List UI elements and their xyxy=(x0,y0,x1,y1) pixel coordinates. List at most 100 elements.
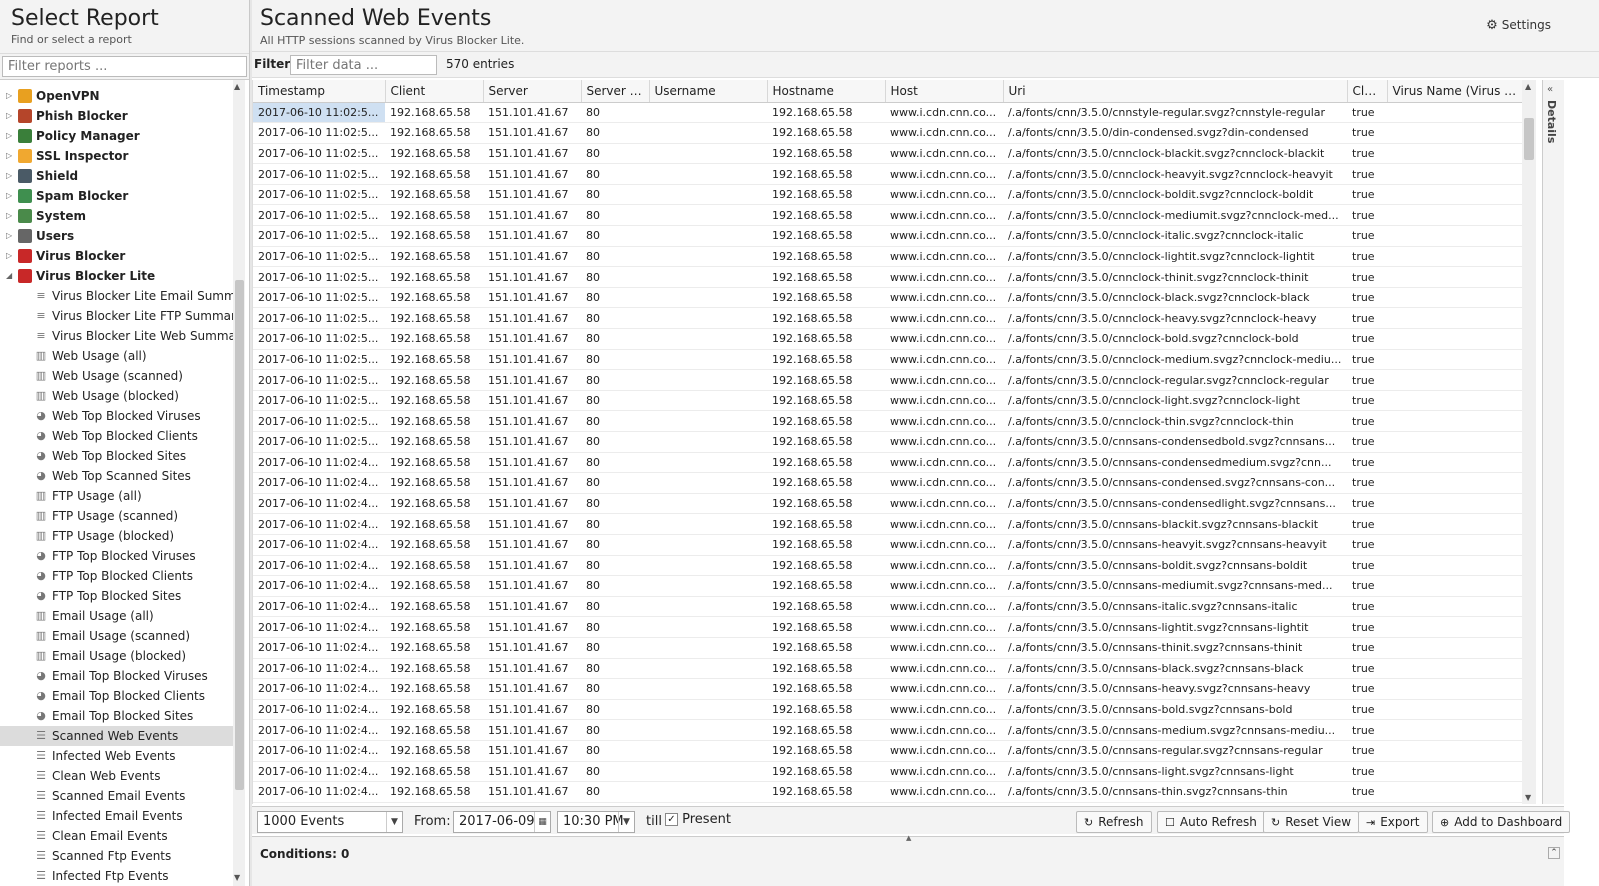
scroll-down-icon[interactable]: ▼ xyxy=(234,873,240,882)
collapsed-arrow-icon[interactable]: ▷ xyxy=(6,146,14,166)
tree-report-item[interactable]: ☰ Infected Ftp Events xyxy=(0,866,235,886)
column-header[interactable]: Username xyxy=(649,80,768,103)
tree-report-item[interactable]: ▥ Email Usage (all) xyxy=(0,606,235,626)
report-tree-scrollbar[interactable]: ▲ ▼ xyxy=(233,80,245,886)
table-row[interactable]: 2017-06-10 11:02:5... 192.168.65.58 151.10… xyxy=(253,143,1523,165)
tree-report-item[interactable]: ☰ Infected Web Events xyxy=(0,746,235,766)
chevron-down-icon[interactable]: ▼ xyxy=(386,812,402,832)
report-filter-input[interactable] xyxy=(2,56,247,77)
refresh-button[interactable]: ↻ Refresh xyxy=(1076,811,1152,833)
table-row[interactable]: 2017-06-10 11:02:5... 192.168.65.58 151.10… xyxy=(253,307,1523,330)
column-header[interactable]: Virus Name (Virus B... xyxy=(1387,80,1524,103)
collapsed-arrow-icon[interactable]: ▷ xyxy=(6,86,14,106)
export-button[interactable]: ⇥ Export xyxy=(1358,811,1428,833)
table-row[interactable]: 2017-06-10 11:02:5... 192.168.65.58 151.10… xyxy=(253,122,1523,144)
chevron-down-icon[interactable]: ▼ xyxy=(618,812,634,832)
tree-report-item[interactable]: ▥ FTP Usage (scanned) xyxy=(0,506,235,526)
collapsed-arrow-icon[interactable]: ▷ xyxy=(6,226,14,246)
tree-report-item[interactable]: ≡ Virus Blocker Lite FTP Summary xyxy=(0,306,235,326)
table-row[interactable]: 2017-06-10 11:02:5... 192.168.65.58 151.10… xyxy=(253,163,1523,185)
table-row[interactable]: 2017-06-10 11:02:4... 192.168.65.58 151.10… xyxy=(253,493,1523,515)
table-row[interactable]: 2017-06-10 11:02:5... 192.168.65.58 151.10… xyxy=(253,102,1523,124)
tree-report-item[interactable]: ◕ Web Top Blocked Viruses xyxy=(0,406,235,426)
tree-category[interactable]: ▷ System xyxy=(0,206,235,226)
expanded-arrow-icon[interactable]: ◢ xyxy=(6,266,14,286)
table-row[interactable]: 2017-06-10 11:02:4... 192.168.65.58 151.10… xyxy=(253,534,1523,556)
table-row[interactable]: 2017-06-10 11:02:4... 192.168.65.58 151.10… xyxy=(253,472,1523,494)
tree-report-item[interactable]: ☰ Scanned Email Events xyxy=(0,786,235,806)
scrollbar-thumb[interactable] xyxy=(1524,118,1534,160)
tree-report-item[interactable]: ◕ Email Top Blocked Sites xyxy=(0,706,235,726)
tree-report-item[interactable]: ≡ Virus Blocker Lite Email Summary xyxy=(0,286,235,306)
table-row[interactable]: 2017-06-10 11:02:4... 192.168.65.58 151.10… xyxy=(253,616,1523,638)
table-row[interactable]: 2017-06-10 11:02:4... 192.168.65.58 151.10… xyxy=(253,555,1523,577)
tree-category[interactable]: ▷ Policy Manager xyxy=(0,126,235,146)
calendar-icon[interactable]: ▦ xyxy=(534,812,550,832)
tree-category[interactable]: ▷ Phish Blocker xyxy=(0,106,235,126)
settings-button[interactable]: ⚙ Settings xyxy=(1486,18,1551,33)
column-header[interactable]: Hostname xyxy=(767,80,886,103)
table-row[interactable]: 2017-06-10 11:02:5... 192.168.65.58 151.10… xyxy=(253,266,1523,288)
scroll-down-icon[interactable]: ▼ xyxy=(1525,793,1531,802)
tree-report-item[interactable]: ▥ FTP Usage (all) xyxy=(0,486,235,506)
collapsed-arrow-icon[interactable]: ▷ xyxy=(6,126,14,146)
table-row[interactable]: 2017-06-10 11:02:4... 192.168.65.58 151.10… xyxy=(253,452,1523,474)
tree-report-item[interactable]: ▥ Web Usage (scanned) xyxy=(0,366,235,386)
tree-report-item[interactable]: ◕ FTP Top Blocked Viruses xyxy=(0,546,235,566)
scrollbar-thumb[interactable] xyxy=(235,280,244,790)
table-row[interactable]: 2017-06-10 11:02:4... 192.168.65.58 151.10… xyxy=(253,596,1523,618)
add-to-dashboard-button[interactable]: ⊕ Add to Dashboard xyxy=(1432,811,1571,833)
tree-report-item[interactable]: ☰ Infected Email Events xyxy=(0,806,235,826)
table-row[interactable]: 2017-06-10 11:02:5... 192.168.65.58 151.10… xyxy=(253,225,1523,247)
from-date-field[interactable]: 2017-06-09 ▦ xyxy=(453,811,551,833)
tree-category[interactable]: ▷ Users xyxy=(0,226,235,246)
column-header[interactable]: Timestamp xyxy=(253,80,386,103)
table-row[interactable]: 2017-06-10 11:02:5... 192.168.65.58 151.10… xyxy=(253,410,1523,432)
grid-scrollbar[interactable]: ▲ ▼ xyxy=(1522,80,1536,804)
column-header[interactable]: Server xyxy=(483,80,582,103)
event-limit-select[interactable]: 1000 Events ▼ xyxy=(257,811,403,833)
tree-category[interactable]: ▷ Shield xyxy=(0,166,235,186)
collapsed-arrow-icon[interactable]: ▷ xyxy=(6,246,14,266)
table-row[interactable]: 2017-06-10 11:02:5... 192.168.65.58 151.10… xyxy=(253,287,1523,309)
tree-category[interactable]: ▷ SSL Inspector xyxy=(0,146,235,166)
table-row[interactable]: 2017-06-10 11:02:5... 192.168.65.58 151.10… xyxy=(253,349,1523,371)
table-row[interactable]: 2017-06-10 11:02:4... 192.168.65.58 151.10… xyxy=(253,699,1523,721)
tree-report-item[interactable]: ◕ Web Top Blocked Clients xyxy=(0,426,235,446)
tree-report-item[interactable]: ≡ Virus Blocker Lite Web Summary xyxy=(0,326,235,346)
tree-category[interactable]: ▷ OpenVPN xyxy=(0,86,235,106)
tree-report-item[interactable]: ▥ FTP Usage (blocked) xyxy=(0,526,235,546)
collapsed-arrow-icon[interactable]: ▷ xyxy=(6,106,14,126)
tree-report-item[interactable]: ▥ Web Usage (blocked) xyxy=(0,386,235,406)
collapsed-arrow-icon[interactable]: ▷ xyxy=(6,206,14,226)
table-row[interactable]: 2017-06-10 11:02:5... 192.168.65.58 151.10… xyxy=(253,246,1523,268)
scroll-up-icon[interactable]: ▲ xyxy=(1525,82,1531,91)
tree-category[interactable]: ▷ Spam Blocker xyxy=(0,186,235,206)
present-checkbox[interactable]: ✓ Present xyxy=(665,812,731,827)
tree-report-item[interactable]: ◕ Email Top Blocked Clients xyxy=(0,686,235,706)
tree-report-item[interactable]: ☰ Clean Web Events xyxy=(0,766,235,786)
column-header[interactable]: Cle... xyxy=(1347,80,1388,103)
table-row[interactable]: 2017-06-10 11:02:4... 192.168.65.58 151.10… xyxy=(253,781,1523,803)
column-header[interactable]: Client xyxy=(385,80,484,103)
checkbox-checked-icon[interactable]: ✓ xyxy=(665,813,678,826)
table-row[interactable]: 2017-06-10 11:02:5... 192.168.65.58 151.10… xyxy=(253,369,1523,391)
table-row[interactable]: 2017-06-10 11:02:4... 192.168.65.58 151.10… xyxy=(253,658,1523,680)
collapsed-arrow-icon[interactable]: ▷ xyxy=(6,166,14,186)
data-filter-input[interactable] xyxy=(290,55,437,75)
table-row[interactable]: 2017-06-10 11:02:5... 192.168.65.58 151.10… xyxy=(253,184,1523,206)
tree-report-item[interactable]: ◕ FTP Top Blocked Clients xyxy=(0,566,235,586)
tree-report-item[interactable]: ◕ Web Top Blocked Sites xyxy=(0,446,235,466)
auto-refresh-button[interactable]: ☐ Auto Refresh xyxy=(1157,811,1265,833)
expand-icon[interactable]: ⌃ xyxy=(1548,847,1560,859)
table-row[interactable]: 2017-06-10 11:02:4... 192.168.65.58 151.10… xyxy=(253,513,1523,535)
tree-report-item[interactable]: ☰ Clean Email Events xyxy=(0,826,235,846)
reset-view-button[interactable]: ↻ Reset View xyxy=(1263,811,1360,833)
tree-report-item[interactable]: ☰ Scanned Ftp Events xyxy=(0,846,235,866)
table-row[interactable]: 2017-06-10 11:02:5... 192.168.65.58 151.10… xyxy=(253,204,1523,227)
tree-category[interactable]: ▷ Virus Blocker xyxy=(0,246,235,266)
table-row[interactable]: 2017-06-10 11:02:4... 192.168.65.58 151.10… xyxy=(253,740,1523,762)
table-row[interactable]: 2017-06-10 11:02:4... 192.168.65.58 151.10… xyxy=(253,575,1523,597)
column-header[interactable]: Server P... xyxy=(581,80,650,103)
scroll-up-icon[interactable]: ▲ xyxy=(234,82,240,91)
